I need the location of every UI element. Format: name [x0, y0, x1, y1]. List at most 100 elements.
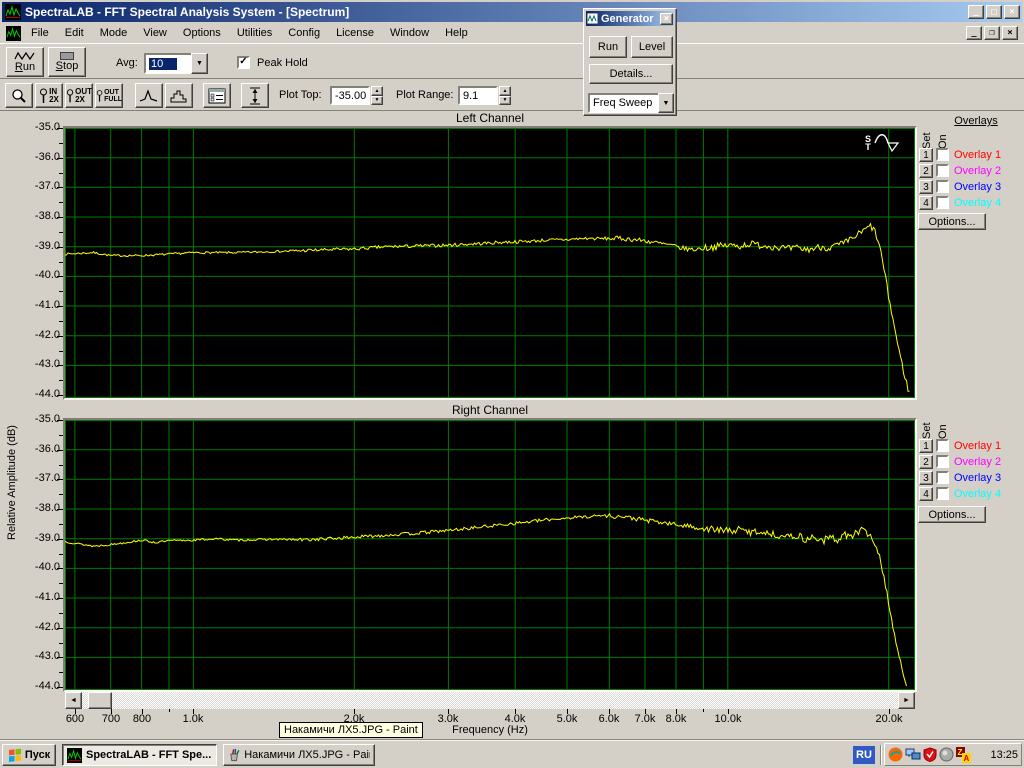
generator-level-button[interactable]: Level — [631, 36, 673, 58]
start-label: Пуск — [25, 749, 50, 761]
avg-dropdown-icon[interactable]: ▼ — [191, 53, 208, 74]
overlay-on-checkbox-3[interactable] — [936, 471, 949, 484]
amplitude-scale-button[interactable] — [241, 83, 269, 108]
mdi-close-icon[interactable]: × — [1002, 26, 1018, 40]
task-button-paint[interactable]: Накамичи ЛХ5.JPG - Paint — [223, 744, 375, 766]
overlay-set-button-3[interactable]: 3 — [919, 180, 933, 194]
generator-dialog: Generator × Run Level Details... Freq Sw… — [583, 8, 677, 116]
plot-top-input[interactable]: -35.00 — [330, 86, 370, 105]
y-tick — [59, 613, 63, 614]
overlay-label: Overlay 3 — [954, 181, 1001, 193]
zonealarm-icon[interactable]: ZA — [956, 747, 971, 763]
menu-item-help[interactable]: Help — [437, 24, 476, 43]
overlay-set-button-2[interactable]: 2 — [919, 455, 933, 469]
overlay-set-button-3[interactable]: 3 — [919, 471, 933, 485]
peak-hold-checkbox[interactable]: ✓ — [237, 56, 250, 69]
zoom-out-2x-button[interactable]: OUT2X — [65, 83, 93, 108]
y-tick-label: -37.0 — [14, 180, 60, 192]
menu-item-window[interactable]: Window — [382, 24, 437, 43]
histogram-view-button[interactable] — [165, 83, 193, 108]
maximize-icon[interactable]: □ — [986, 5, 1002, 19]
overlay-on-checkbox-2[interactable] — [936, 164, 949, 177]
menu-item-edit[interactable]: Edit — [57, 24, 92, 43]
generator-icon — [587, 13, 598, 24]
menu-item-utilities[interactable]: Utilities — [229, 24, 280, 43]
overlay-set-column-label: Set — [921, 417, 933, 439]
plot-range-label: Plot Range: — [396, 89, 453, 101]
menu-item-file[interactable]: File — [23, 24, 57, 43]
frequency-scrollbar[interactable]: ◄ ► — [65, 692, 915, 709]
y-tick — [59, 524, 63, 525]
y-tick — [59, 435, 63, 436]
close-icon[interactable]: × — [1004, 5, 1020, 19]
zoom-in-2x-button[interactable]: IN2X — [35, 83, 63, 108]
generator-dropdown-icon[interactable]: ▼ — [658, 93, 674, 113]
y-tick-label: -39.0 — [14, 240, 60, 252]
task-button-spectralab[interactable]: SpectraLAB - FFT Spe... — [62, 744, 217, 766]
y-tick — [57, 365, 63, 366]
generator-run-button[interactable]: Run — [589, 36, 627, 58]
generator-titlebar: Generator × — [586, 11, 674, 26]
y-tick-label: -43.0 — [14, 358, 60, 370]
overlay-on-checkbox-2[interactable] — [936, 455, 949, 468]
zoom-out-full-button[interactable]: OUTFULL — [95, 83, 123, 108]
x-tick — [703, 709, 704, 712]
plot-top-label: Plot Top: — [279, 89, 322, 101]
media-player-icon[interactable] — [888, 747, 903, 762]
overlay-set-button-1[interactable]: 1 — [919, 148, 933, 162]
start-button[interactable]: Пуск — [2, 744, 56, 766]
spectrum-view-button[interactable] — [135, 83, 163, 108]
y-tick — [57, 450, 63, 451]
network-icon[interactable] — [905, 747, 921, 762]
y-tick — [59, 465, 63, 466]
generator-details-button[interactable]: Details... — [589, 64, 673, 84]
display-options-button[interactable] — [203, 83, 231, 108]
y-tick-label: -41.0 — [14, 299, 60, 311]
overlay-set-button-4[interactable]: 4 — [919, 487, 933, 501]
task-label: SpectraLAB - FFT Spe... — [86, 749, 211, 761]
menu-item-config[interactable]: Config — [280, 24, 328, 43]
x-tick-label: 8.0k — [654, 713, 698, 725]
generator-mode-value: Freq Sweep — [588, 93, 658, 113]
scroll-left-icon[interactable]: ◄ — [65, 692, 82, 709]
clock[interactable]: 13:25 — [990, 749, 1018, 761]
stop-button[interactable]: Stop — [48, 47, 86, 77]
overlay-on-checkbox-1[interactable] — [936, 439, 949, 452]
overlays-heading: Overlays — [940, 115, 1012, 127]
zoom-out-full-label: OUTFULL — [104, 89, 122, 103]
mdi-system-icon[interactable] — [6, 26, 21, 41]
y-tick — [59, 380, 63, 381]
scrollbar-thumb[interactable] — [88, 692, 112, 709]
avg-combobox[interactable]: 10 ▼ — [144, 53, 208, 74]
overlay-set-button-1[interactable]: 1 — [919, 439, 933, 453]
language-indicator[interactable]: RU — [853, 746, 875, 764]
run-button[interactable]: Run — [6, 47, 44, 77]
antivirus-shield-icon[interactable] — [923, 747, 937, 762]
mdi-minimize-icon[interactable]: _ — [966, 26, 982, 40]
scroll-right-icon[interactable]: ► — [898, 692, 915, 709]
plot-range-spinner[interactable]: ▲▼ — [499, 86, 511, 105]
volume-icon[interactable] — [939, 747, 954, 762]
overlay-label: Overlay 4 — [954, 488, 1001, 500]
overlay-options-button[interactable]: Options... — [918, 506, 986, 523]
minimize-icon[interactable]: _ — [968, 5, 984, 19]
generator-mode-combobox[interactable]: Freq Sweep ▼ — [588, 93, 674, 113]
overlay-set-button-4[interactable]: 4 — [919, 196, 933, 210]
right-channel-plot — [63, 418, 917, 692]
menu-item-view[interactable]: View — [135, 24, 175, 43]
zoom-button[interactable] — [5, 83, 33, 108]
overlay-on-checkbox-4[interactable] — [936, 196, 949, 209]
generator-close-icon[interactable]: × — [660, 13, 673, 25]
mdi-restore-icon[interactable]: ❐ — [984, 26, 1000, 40]
overlay-set-button-2[interactable]: 2 — [919, 164, 933, 178]
menu-item-license[interactable]: License — [328, 24, 382, 43]
overlay-on-checkbox-1[interactable] — [936, 148, 949, 161]
menu-item-options[interactable]: Options — [175, 24, 229, 43]
y-tick-label: -35.0 — [14, 121, 60, 133]
menu-item-mode[interactable]: Mode — [92, 24, 136, 43]
overlay-on-checkbox-3[interactable] — [936, 180, 949, 193]
plot-top-spinner[interactable]: ▲▼ — [371, 86, 383, 105]
plot-range-input[interactable]: 9.1 — [458, 86, 498, 105]
overlay-options-button[interactable]: Options... — [918, 213, 986, 230]
overlay-on-checkbox-4[interactable] — [936, 487, 949, 500]
